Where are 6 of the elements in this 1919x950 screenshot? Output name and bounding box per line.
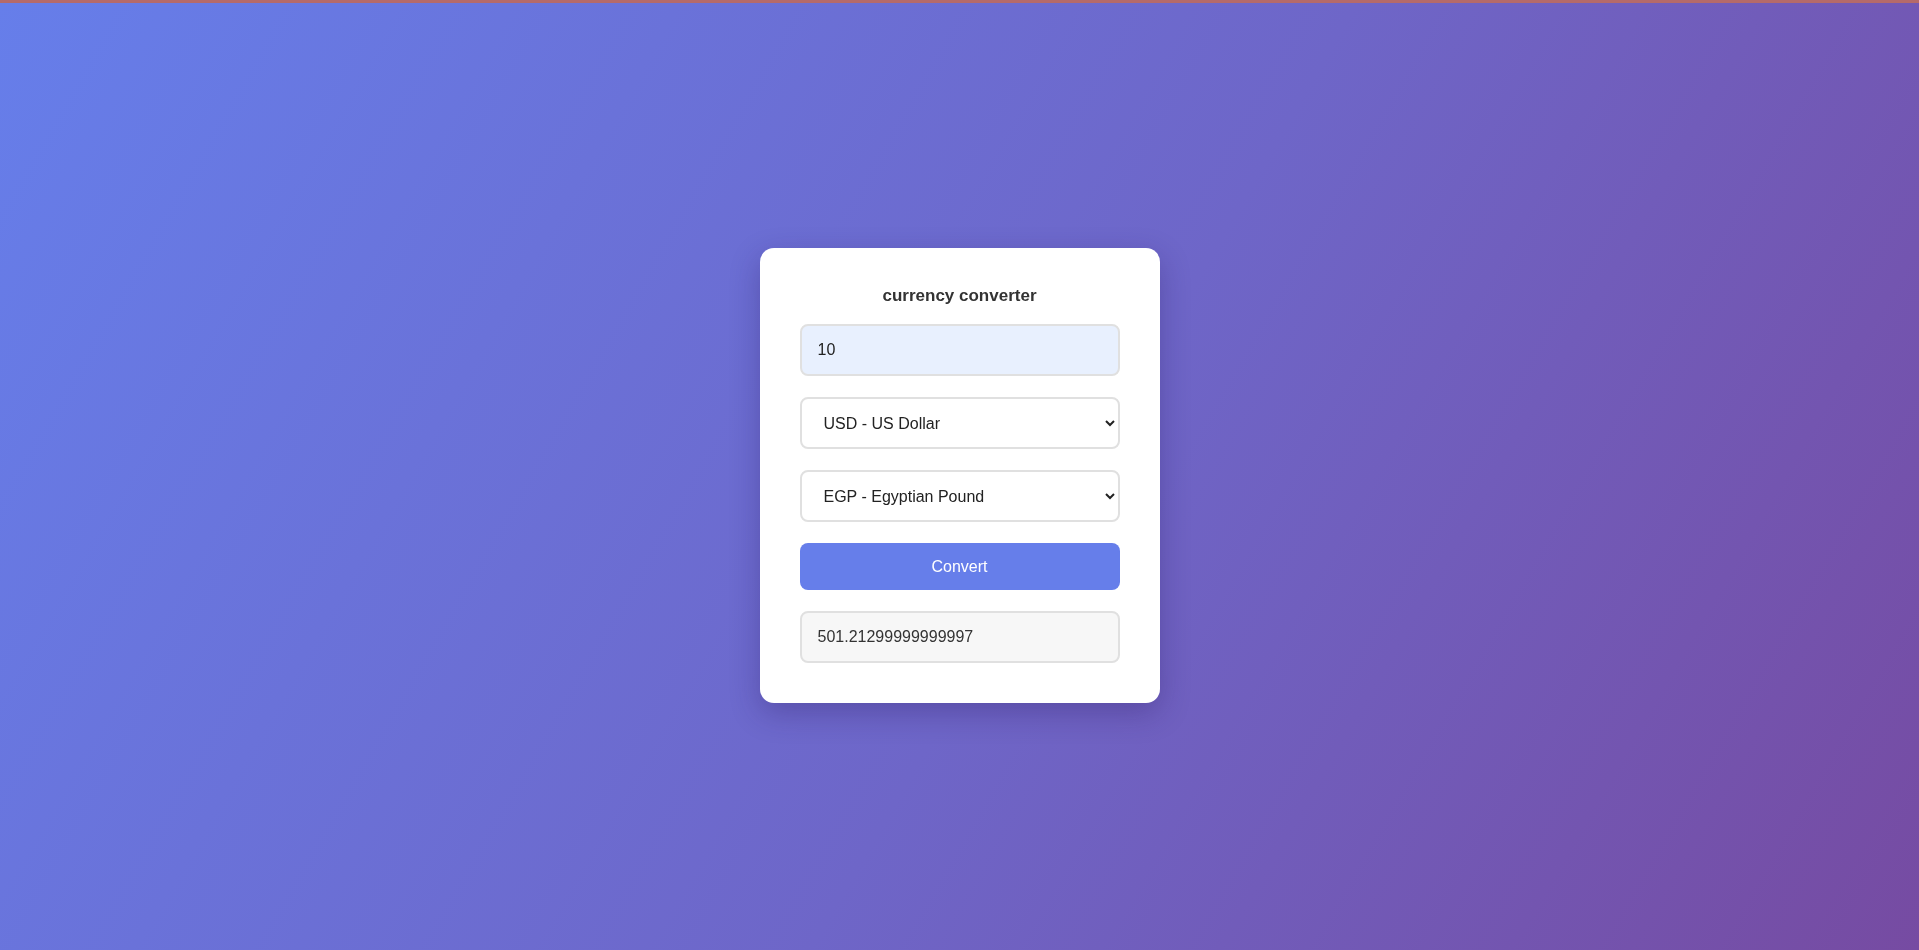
amount-field[interactable]: 10 [799,324,1120,376]
from-currency-select[interactable]: USD - US Dollar [799,397,1120,449]
card-title: currency converter [881,286,1038,306]
result-field[interactable]: 501.21299999999997 [799,611,1120,663]
to-currency-select[interactable]: EGP - Egyptian Pound [799,470,1120,522]
convert-button[interactable]: Convert [799,543,1120,590]
